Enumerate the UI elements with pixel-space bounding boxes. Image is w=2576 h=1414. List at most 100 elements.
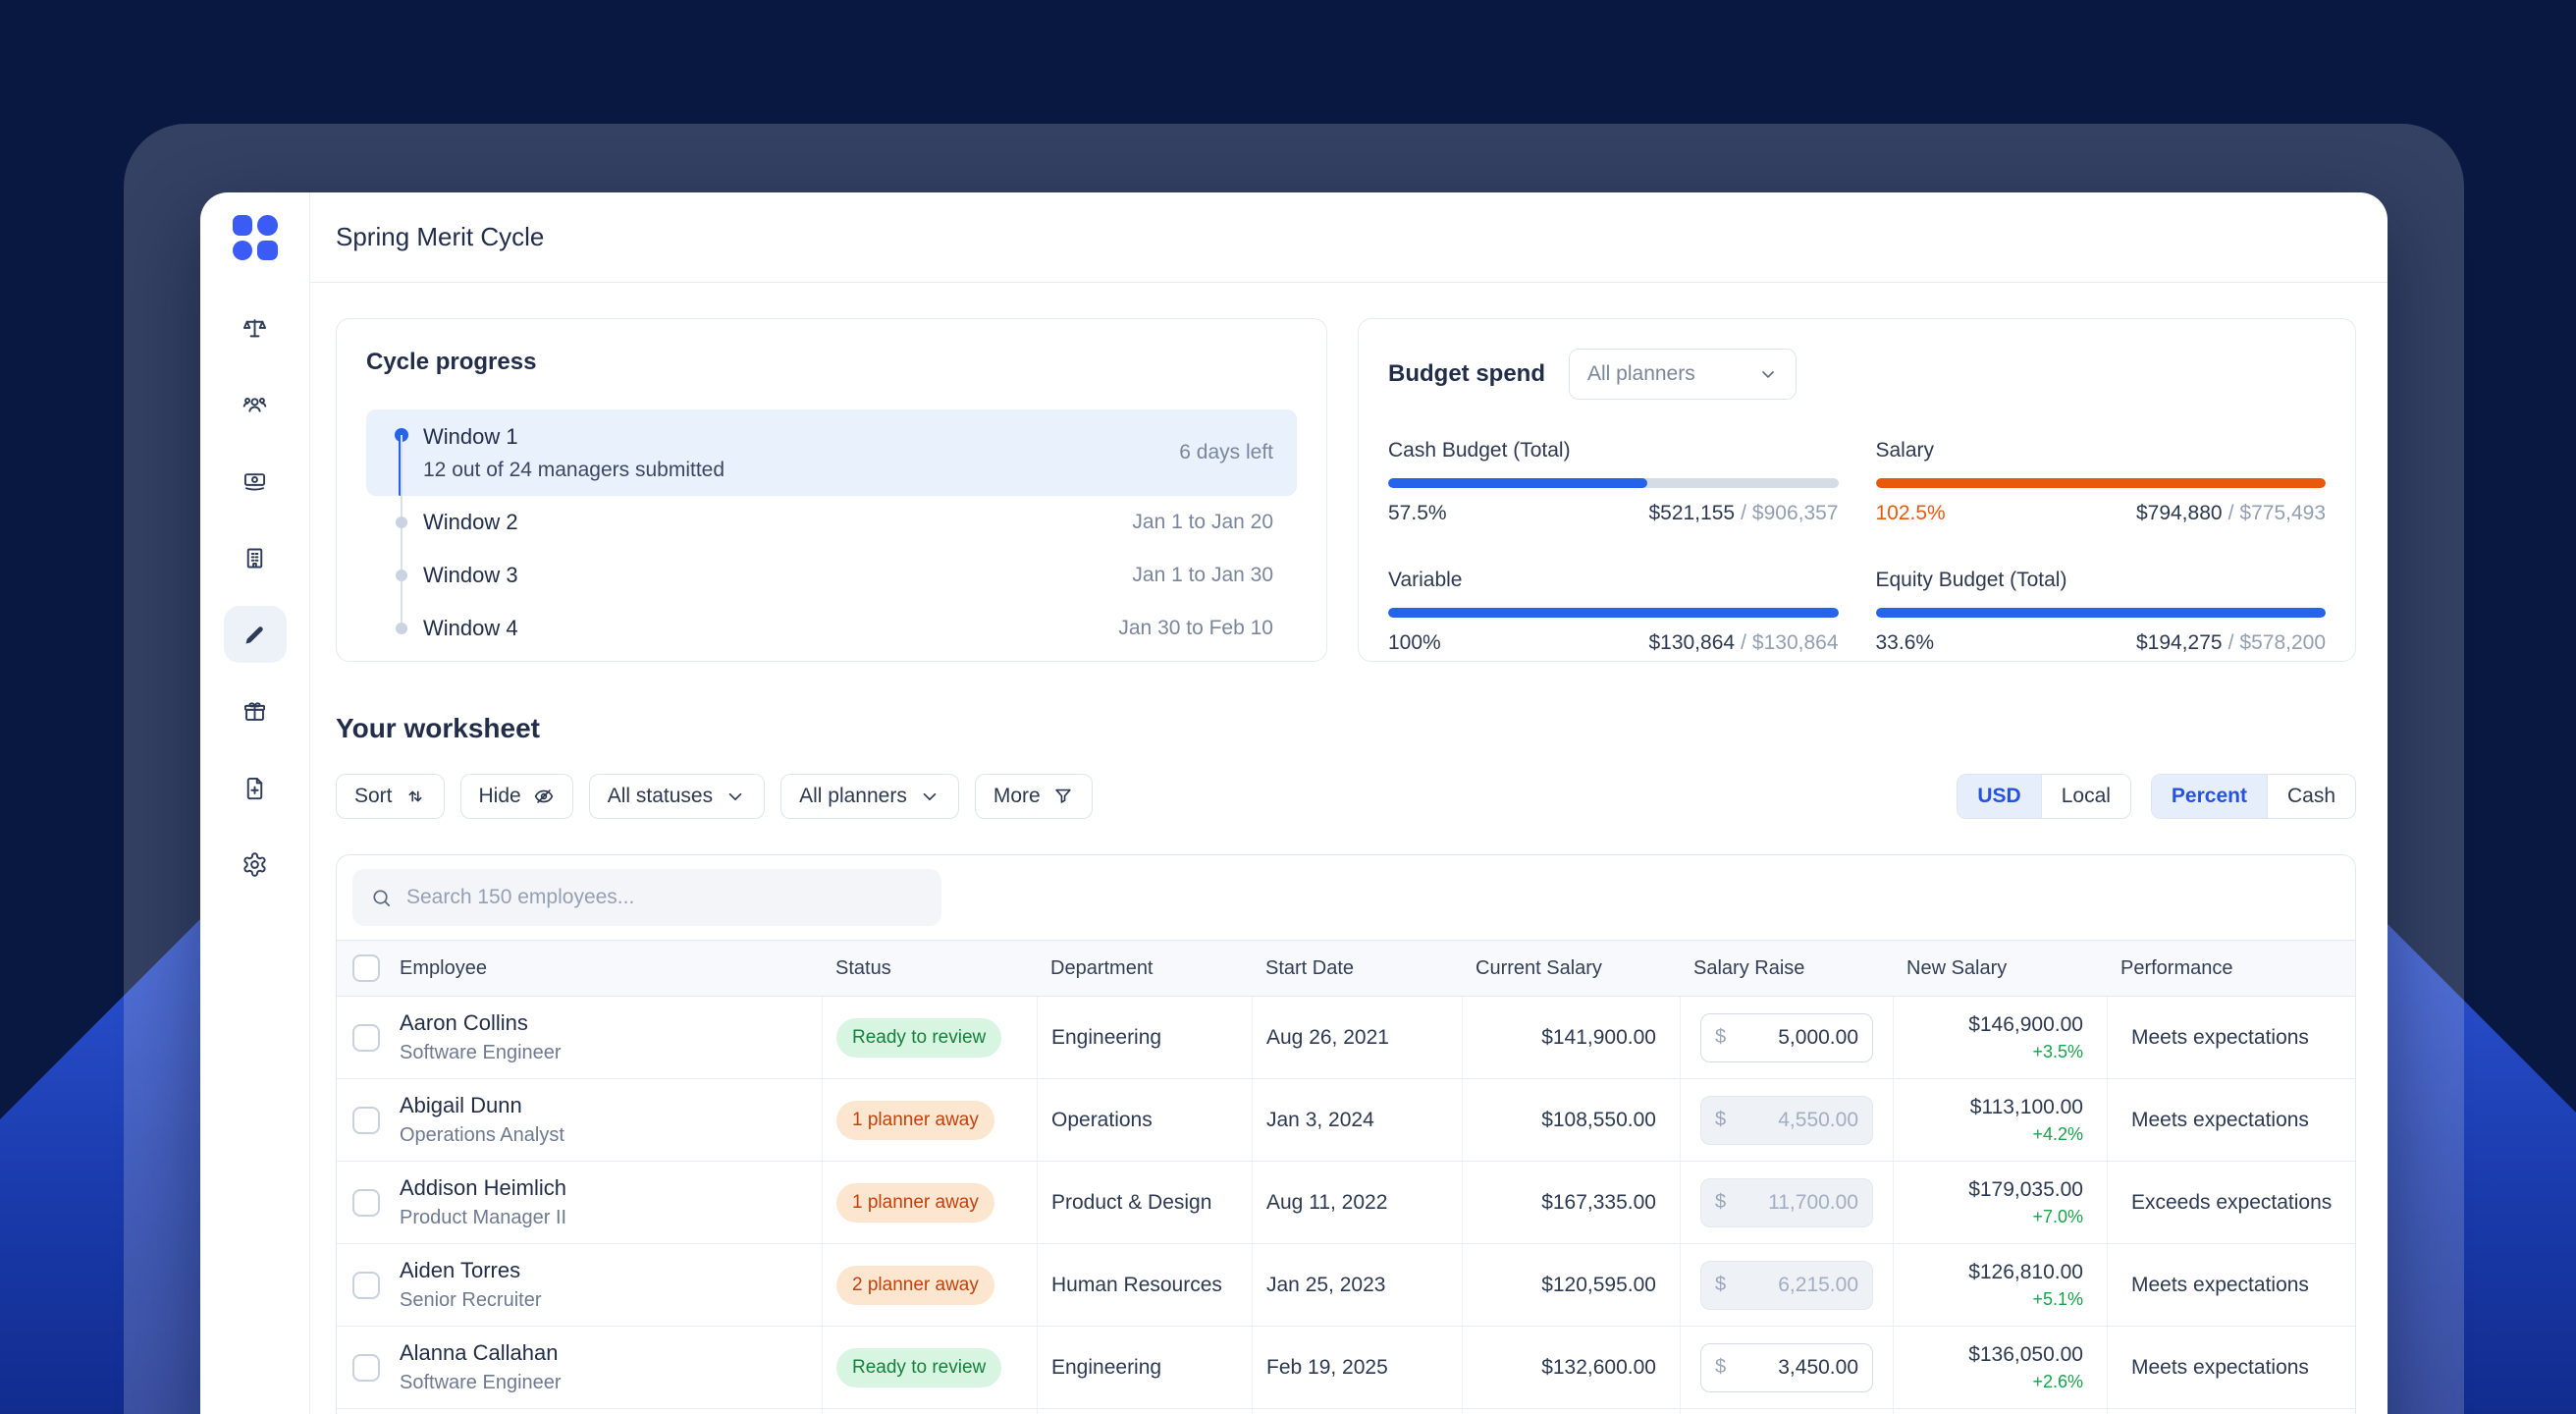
settings-icon [243,851,266,877]
progress-bar-fill [1388,608,1839,618]
sidebar-item-pay[interactable] [224,453,287,510]
sort-button[interactable]: Sort [336,774,445,819]
employee-role: Senior Recruiter [400,1289,542,1311]
timeline-window-label: Window 1 [423,424,518,449]
sidebar-item-worksheet[interactable] [223,606,287,663]
currency-toggle: USD Local [1957,774,2131,819]
salary-raise-input[interactable] [1748,1355,1858,1380]
timeline-window-detail: 12 out of 24 managers submitted [423,459,725,481]
table-row: Alanna Callahan Software Engineer Ready t… [337,1327,2355,1409]
status-badge: Ready to review [836,1017,1002,1058]
new-salary-value: $136,050.00 [1968,1342,2083,1366]
salary-raise-field: $ [1700,1177,1873,1227]
gift-icon [243,701,266,721]
performance-cell: Exceeds expectations [2107,1162,2355,1243]
table-row: Addison Heimlich Product Manager II 1 pla… [337,1162,2355,1244]
department-cell: Product & Design [1037,1162,1252,1243]
salary-raise-input[interactable] [1748,1025,1858,1050]
app-logo[interactable] [232,215,278,260]
budget-amounts: $794,880/$775,493 [2135,502,2326,524]
employee-search[interactable] [352,869,941,926]
row-checkbox[interactable] [352,1106,380,1134]
timeline-window[interactable]: Window 3 Jan 1 to Jan 30 [366,549,1297,602]
progress-bar-track [1875,608,2326,618]
start-date-cell [1252,1409,1462,1414]
cycle-progress-card: Cycle progress Window 1 12 out of 24 man… [336,318,1327,662]
start-date-cell: Aug 11, 2022 [1252,1162,1462,1243]
raise-percent: +2.6% [2032,1371,2083,1391]
row-checkbox[interactable] [352,1353,380,1382]
sidebar-item-org[interactable] [224,529,287,586]
timeline-window-active[interactable]: Window 1 12 out of 24 managers submitted… [366,409,1297,496]
chevron-down-icon [1762,371,1774,378]
progress-bar-fill [1875,478,2326,488]
sidebar-item-reports[interactable] [224,759,287,816]
column-header: Employee [400,956,487,979]
cash-icon [243,472,266,491]
department-cell: Human Resources [1037,1244,1252,1326]
budget-spend-header: Budget spend All planners [1388,349,2326,400]
status-filter-button[interactable]: All statuses [588,774,766,819]
budget-percent: 33.6% [1875,631,1935,654]
table-row: Aiden Torres Senior Recruiter 2 planner a… [337,1244,2355,1327]
logo-square-icon [232,215,252,236]
salary-raise-field[interactable]: $ [1700,1012,1873,1062]
timeline-dot-icon [396,517,407,528]
column-header: Current Salary [1476,956,1602,979]
employee-role: Software Engineer [400,1042,562,1063]
search-input[interactable] [406,886,924,909]
employee-name: Addison Heimlich [400,1175,566,1200]
select-all-checkbox[interactable] [352,954,380,982]
raise-percent: +7.0% [2032,1206,2083,1226]
budget-percent: 102.5% [1875,502,1946,524]
hide-button[interactable]: Hide [459,774,573,819]
page-header: Spring Merit Cycle [310,192,2388,283]
budget-spend-card: Budget spend All planners Cash Budget (T… [1358,318,2356,662]
performance-cell: Meets expectations [2107,1244,2355,1326]
budget-meter-equity: Equity Budget (Total) 33.6% $194,275/$57… [1875,569,2326,654]
logo-circle-icon [232,240,252,260]
sidebar-item-rewards[interactable] [224,682,287,739]
salary-raise-field[interactable]: $ [1700,1342,1873,1392]
logo-square-icon [257,240,278,260]
timeline-window-meta: Jan 1 to Jan 30 [1132,564,1273,586]
eye-off-icon [534,789,553,803]
salary-raise-input [1748,1273,1858,1297]
currency-symbol: $ [1715,1356,1727,1378]
toggle-percent[interactable]: Percent [2151,775,2267,818]
timeline-window[interactable]: Window 4 Jan 30 to Feb 10 [366,602,1297,655]
search-icon [373,889,391,906]
row-checkbox[interactable] [352,1188,380,1217]
sidebar-item-compensation[interactable] [224,299,287,356]
timeline-window-meta: Jan 1 to Jan 20 [1132,511,1273,533]
toggle-local[interactable]: Local [2040,775,2130,818]
app-window: Spring Merit Cycle Cycle progress Window… [200,192,2388,1414]
start-date-cell: Jan 25, 2023 [1252,1244,1462,1326]
budget-amounts: $130,864/$130,864 [1648,631,1839,654]
planner-filter-button[interactable]: All planners [780,774,959,819]
sidebar-item-people[interactable] [224,376,287,433]
toggle-usd[interactable]: USD [1958,775,2041,818]
column-header: Start Date [1265,956,1355,979]
new-salary-value: $113,100.00 [1969,1095,2083,1118]
row-checkbox[interactable] [352,1271,380,1299]
planner-filter-dropdown[interactable]: All planners [1569,349,1797,400]
current-salary-cell: $108,550.00 [1462,1079,1680,1161]
timeline-window[interactable]: Window 2 Jan 1 to Jan 20 [366,496,1297,549]
cycle-progress-title: Cycle progress [366,349,537,375]
current-salary-cell: $141,900.00 [1462,997,1680,1078]
progress-bar-fill [1875,608,2326,618]
status-badge: 2 planner away [836,1265,994,1305]
current-salary-cell: $132,600.00 [1462,1327,1680,1408]
cycle-timeline: Window 1 12 out of 24 managers submitted… [366,409,1297,655]
more-filters-button[interactable]: More [974,774,1093,819]
sidebar-item-settings[interactable] [224,836,287,893]
toggle-cash[interactable]: Cash [2266,775,2355,818]
budget-meter-cash: Cash Budget (Total) 57.5% $521,155/$906,… [1388,439,1839,524]
budget-spend-title: Budget spend [1388,360,1545,387]
department-cell [1037,1409,1252,1414]
row-checkbox[interactable] [352,1023,380,1052]
file-plus-icon [246,777,263,799]
table-row: Aaron Collins Software Engineer Ready to … [337,997,2355,1079]
logo-circle-icon [257,215,278,236]
